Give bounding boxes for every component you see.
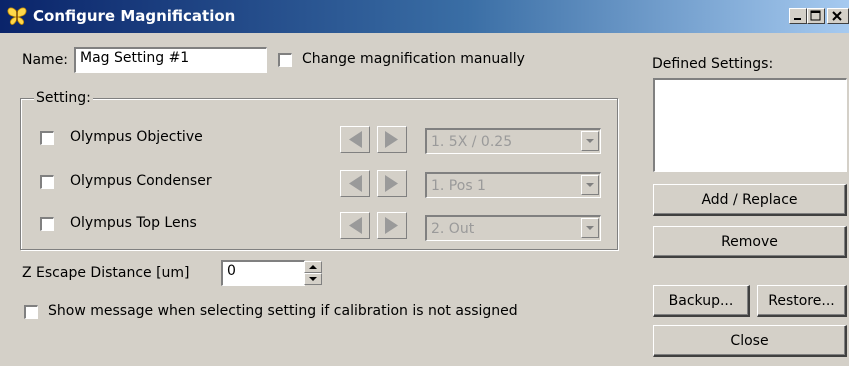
restore-button[interactable]: Restore...	[757, 285, 847, 317]
butterfly-icon	[7, 7, 27, 25]
name-label: Name:	[22, 52, 69, 68]
olympus-top-lens-label: Olympus Top Lens	[70, 215, 197, 231]
objective-select-value: 1. 5X / 0.25	[431, 134, 513, 150]
top-lens-next-button[interactable]	[377, 212, 407, 239]
chevron-down-icon	[586, 183, 594, 187]
spin-down-button[interactable]	[304, 273, 322, 285]
change-magnification-checkbox[interactable]	[278, 53, 292, 67]
arrow-right-icon	[385, 131, 398, 148]
maximize-button[interactable]	[807, 8, 825, 24]
spin-up-icon	[309, 265, 317, 269]
arrow-right-icon	[385, 217, 398, 234]
spin-up-button[interactable]	[304, 261, 322, 273]
arrow-left-icon	[349, 217, 362, 234]
arrow-left-icon	[349, 175, 362, 192]
chevron-down-icon	[586, 226, 594, 230]
defined-settings-label: Defined Settings:	[652, 56, 774, 72]
top-lens-select[interactable]: 2. Out	[425, 215, 601, 241]
window-title: Configure Magnification	[33, 7, 236, 25]
close-window-button[interactable]	[827, 8, 849, 24]
name-input[interactable]: Mag Setting #1	[74, 47, 267, 73]
remove-button[interactable]: Remove	[653, 226, 847, 258]
show-message-checkbox[interactable]	[24, 305, 38, 319]
z-escape-label: Z Escape Distance [um]	[22, 265, 190, 281]
condenser-select-value: 1. Pos 1	[431, 178, 486, 194]
olympus-top-lens-checkbox[interactable]	[40, 217, 54, 231]
setting-group-title: Setting:	[34, 90, 93, 106]
z-escape-spinner[interactable]	[304, 261, 322, 285]
z-escape-input[interactable]: 0	[221, 260, 305, 286]
add-replace-button[interactable]: Add / Replace	[653, 184, 847, 216]
condenser-prev-button[interactable]	[340, 170, 370, 197]
top-lens-select-value: 2. Out	[431, 221, 475, 237]
spin-down-icon	[309, 277, 317, 281]
olympus-objective-label: Olympus Objective	[70, 129, 203, 145]
arrow-right-icon	[385, 175, 398, 192]
olympus-condenser-label: Olympus Condenser	[70, 173, 212, 189]
minimize-button[interactable]	[789, 8, 807, 24]
objective-dropdown-button[interactable]	[581, 131, 599, 151]
show-message-label: Show message when selecting setting if c…	[48, 303, 518, 319]
objective-select[interactable]: 1. 5X / 0.25	[425, 128, 601, 154]
objective-next-button[interactable]	[377, 126, 407, 153]
configure-magnification-window: Configure Magnification Name: Mag Settin…	[0, 0, 849, 366]
top-lens-dropdown-button[interactable]	[581, 218, 599, 238]
defined-settings-list[interactable]	[653, 78, 847, 172]
condenser-next-button[interactable]	[377, 170, 407, 197]
close-button[interactable]: Close	[653, 325, 847, 357]
close-icon	[832, 11, 842, 21]
minimize-icon	[794, 18, 801, 20]
maximize-icon	[810, 10, 821, 21]
chevron-down-icon	[586, 139, 594, 143]
condenser-select[interactable]: 1. Pos 1	[425, 172, 601, 198]
arrow-left-icon	[349, 131, 362, 148]
change-magnification-label: Change magnification manually	[302, 51, 525, 67]
top-lens-prev-button[interactable]	[340, 212, 370, 239]
title-bar[interactable]: Configure Magnification	[0, 0, 849, 33]
backup-button[interactable]: Backup...	[653, 285, 750, 317]
objective-prev-button[interactable]	[340, 126, 370, 153]
olympus-objective-checkbox[interactable]	[40, 131, 54, 145]
olympus-condenser-checkbox[interactable]	[40, 175, 54, 189]
condenser-dropdown-button[interactable]	[581, 175, 599, 195]
